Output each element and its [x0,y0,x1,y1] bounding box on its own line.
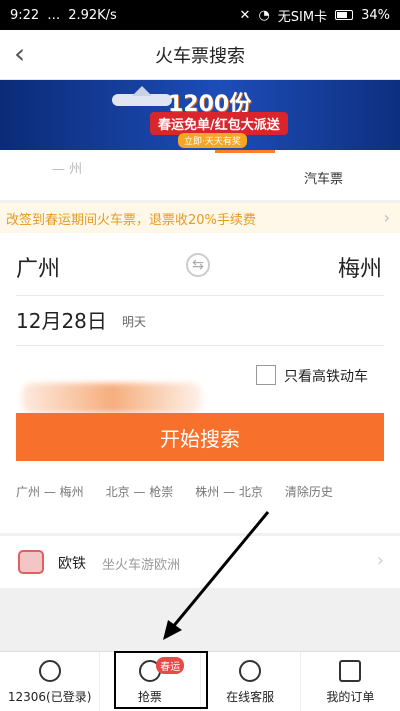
battery-icon [335,10,354,20]
nav-grab-ticket[interactable]: 春运 抢票 [100,652,201,711]
nav-label: 我的订单 [326,690,375,704]
chat-bubble-icon [239,660,262,682]
watermark [22,383,202,413]
history-item[interactable]: 株州 — 北京 [195,483,263,503]
battery-percent: 34% [361,7,390,23]
history-item[interactable]: 广州 — 梅州 [16,483,84,503]
departure-date[interactable]: 12月28日 [16,305,107,334]
departure-day: 明天 [122,315,147,329]
plane-icon [112,86,172,106]
to-city[interactable]: 梅州 [338,251,382,283]
tab-train[interactable]: — 州 [52,158,82,177]
wifi-icon: ◔ [258,7,270,23]
chevron-right-icon: › [383,208,390,227]
mute-icon: ✕ [239,7,251,23]
nav-my-orders[interactable]: 我的订单 [301,652,400,711]
page-title: 火车票搜索 [155,45,245,67]
clipboard-icon [339,660,362,682]
history-item[interactable]: 北京 — 枪崇 [106,483,174,503]
promo-subtitle: 坐火车游欧洲 [102,558,181,573]
clear-history-button[interactable]: 清除历史 [285,483,333,503]
divider [16,345,384,346]
railway-logo-icon [38,660,61,682]
promo-title: 欧铁 [58,556,86,572]
sim-status: 无SIM卡 [277,9,328,25]
search-button[interactable]: 开始搜索 [16,413,384,461]
separator-dots: … [47,7,61,23]
nav-12306[interactable]: 12306(已登录) [0,652,101,711]
notice-text: 改签到春运期间火车票，退票收20%手续费 [6,212,256,228]
tab-bus[interactable]: 汽车票 [304,168,343,187]
search-card: 广州 ⇆ 梅州 12月28日 明天 只看高铁动车 开始搜索 广州 — 梅州 北京… [0,233,400,533]
status-bar: 9:22 … 2.92K/s ✕ ◔ 无SIM卡 34% [0,0,400,30]
banner-subline: 春运免单/红包大派送 [150,112,288,135]
promo-banner[interactable]: 1200份 春运免单/红包大派送 立即·天天有奖 [0,80,400,150]
spring-badge: 春运 [156,657,185,674]
chevron-right-icon: › [376,550,384,571]
train-icon [18,550,44,574]
nav-label: 在线客服 [226,690,275,704]
time: 9:22 [10,7,40,23]
high-speed-checkbox[interactable] [256,365,276,385]
notice-bar[interactable]: 改签到春运期间火车票，退票收20%手续费 › [0,203,400,233]
back-icon[interactable]: ‹ [14,40,38,68]
nav-customer-service[interactable]: 在线客服 [201,652,301,711]
ticket-tabs: — 州 汽车票 [0,150,400,200]
nav-label: 12306(已登录) [7,690,92,704]
network-speed: 2.92K/s [68,7,117,23]
search-history: 广州 — 梅州 北京 — 枪崇 株州 — 北京 清除历史 [16,483,386,503]
tab-indicator [215,150,275,153]
nav-label: 抢票 [137,690,162,704]
banner-pill: 立即·天天有奖 [178,133,247,148]
from-city[interactable]: 广州 [16,251,60,283]
swap-icon[interactable]: ⇆ [186,253,210,277]
top-nav: ‹ 火车票搜索 [0,30,400,80]
promo-eurail[interactable]: 欧铁 坐火车游欧洲 › [0,536,400,588]
bottom-nav: 12306(已登录) 春运 抢票 在线客服 我的订单 [0,651,400,711]
high-speed-label[interactable]: 只看高铁动车 [284,366,368,386]
divider [16,295,384,296]
